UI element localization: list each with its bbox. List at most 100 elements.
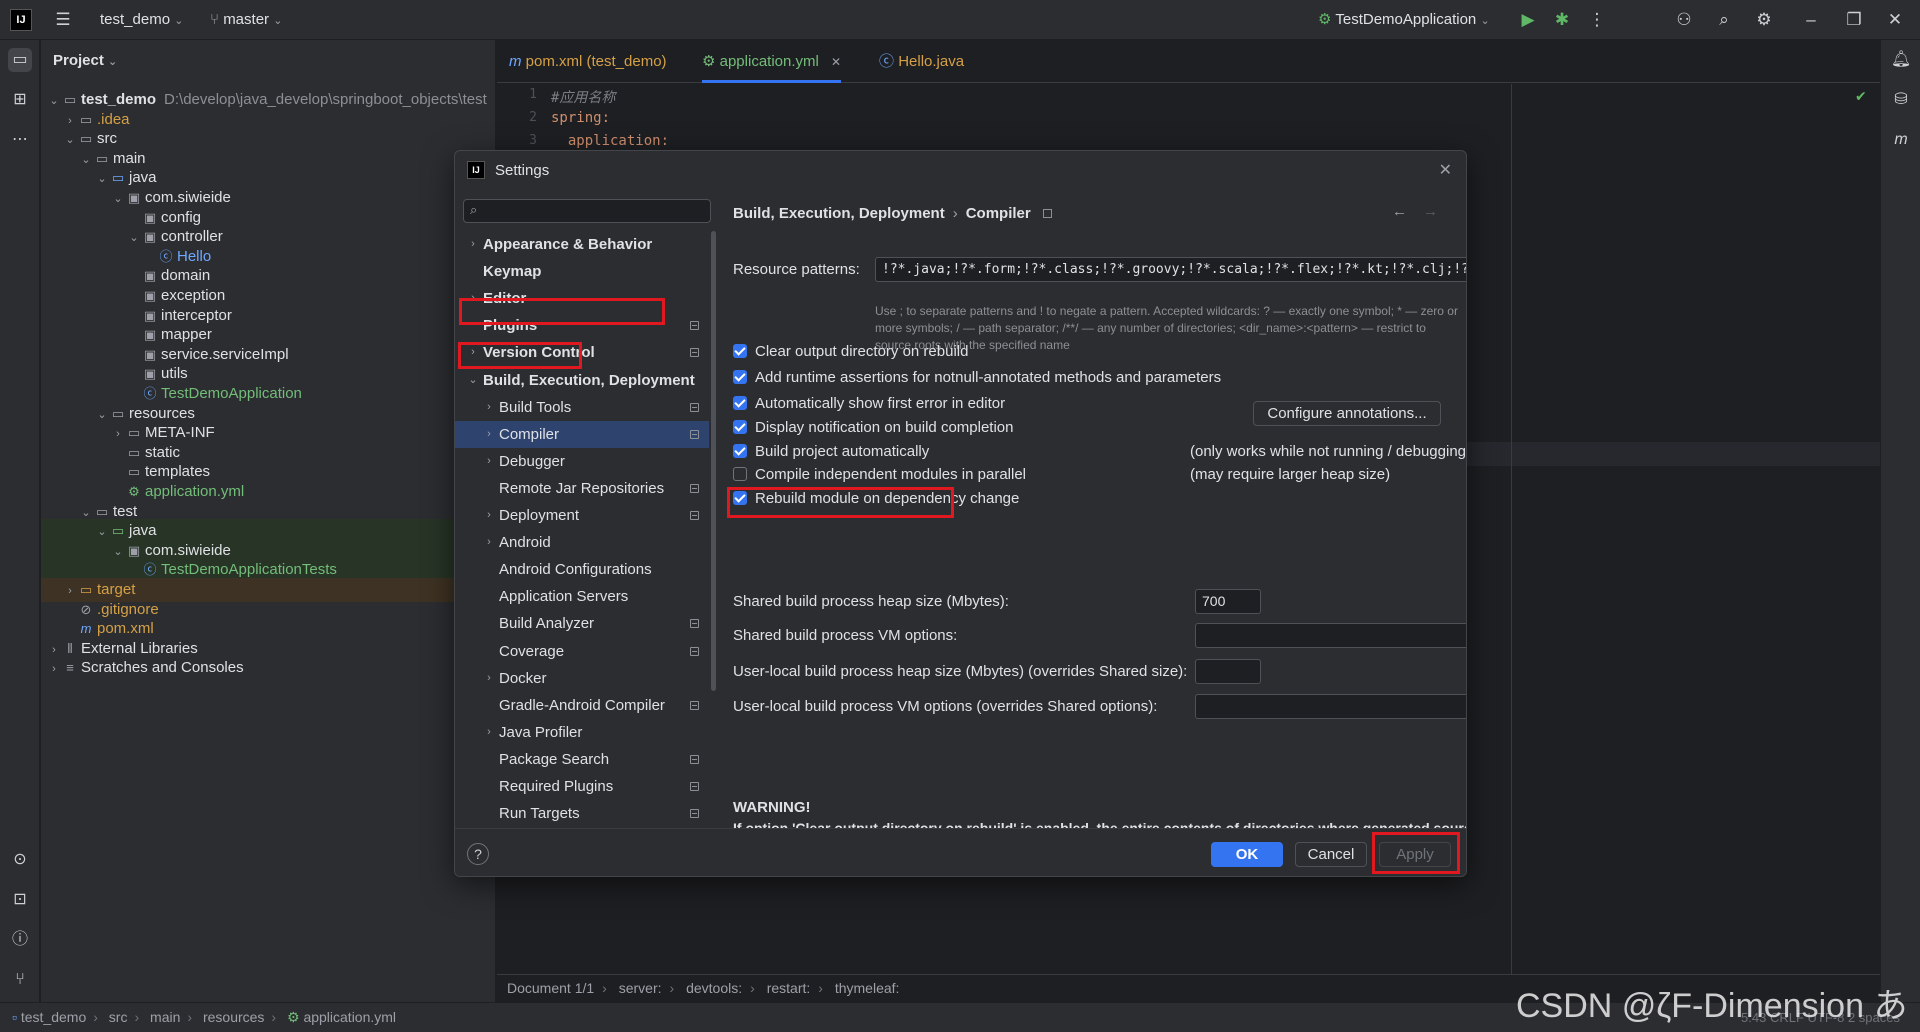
expand-arrow-icon[interactable]: › — [483, 502, 495, 529]
compiler-option[interactable]: Display notification on build completion — [733, 417, 1013, 439]
resource-patterns-input[interactable]: !?*.java;!?*.form;!?*.class;!?*.groovy;!… — [875, 257, 1466, 282]
minimize-icon[interactable]: – — [1800, 9, 1822, 31]
compiler-option[interactable]: Clear output directory on rebuild — [733, 341, 968, 363]
expand-arrow-icon[interactable]: › — [467, 285, 479, 312]
more-actions-icon[interactable]: ⋮ — [1586, 9, 1608, 31]
code-line[interactable]: spring: — [551, 110, 610, 126]
compiler-option[interactable]: Build project automatically — [733, 441, 929, 463]
user-vm-options-input[interactable] — [1195, 694, 1466, 719]
settings-nav-item[interactable]: Run Targets — [455, 800, 709, 827]
settings-nav-item[interactable]: ⌄ Build, Execution, Deployment — [455, 367, 709, 394]
back-arrow-icon[interactable]: ← — [1392, 203, 1407, 220]
settings-nav-item[interactable]: › Compiler — [455, 420, 709, 448]
expand-arrow-icon[interactable]: › — [483, 719, 495, 746]
shared-vm-options-input[interactable] — [1195, 623, 1466, 648]
option-checkbox[interactable] — [733, 370, 747, 384]
help-icon[interactable]: ? — [467, 843, 489, 865]
restore-icon[interactable]: ❐ — [1843, 9, 1865, 31]
breadcrumb-item[interactable]: server: — [619, 980, 662, 996]
status-path-item[interactable]: application.yml — [303, 1009, 396, 1025]
expand-arrow-icon[interactable]: › — [483, 665, 495, 692]
main-menu-icon[interactable]: ☰ — [52, 9, 74, 31]
settings-nav-item[interactable]: › Appearance & Behavior — [455, 231, 709, 258]
compiler-option[interactable]: Add runtime assertions for notnull-annot… — [733, 367, 1221, 389]
database-tool-icon[interactable]: ⛁ — [1889, 88, 1913, 112]
expand-arrow-icon[interactable]: › — [483, 421, 495, 448]
project-switcher[interactable]: test_demo ⌄ — [100, 0, 183, 40]
breadcrumb-item[interactable]: Document 1/1 — [507, 980, 594, 996]
status-path-item[interactable]: resources — [203, 1009, 264, 1025]
no-problems-check-icon[interactable]: ✔ — [1855, 88, 1867, 105]
debug-icon[interactable]: ✱ — [1551, 9, 1573, 31]
option-checkbox[interactable] — [733, 396, 747, 410]
cancel-button[interactable]: Cancel — [1295, 842, 1367, 867]
add-user-icon[interactable]: ⚇ — [1673, 9, 1695, 31]
breadcrumb-parent[interactable]: Build, Execution, Deployment — [733, 205, 945, 222]
status-path-item[interactable]: test_demo — [21, 1009, 86, 1025]
configure-annotations-button[interactable]: Configure annotations... — [1253, 401, 1441, 426]
tab-hello-java[interactable]: ⓒ Hello.java — [879, 40, 964, 83]
settings-nav-item[interactable]: › Docker — [455, 665, 709, 692]
option-checkbox[interactable] — [733, 491, 747, 505]
settings-nav-item[interactable]: Package Search — [455, 746, 709, 773]
terminal-tool-icon[interactable]: ⊡ — [8, 888, 32, 912]
settings-nav-item[interactable]: › Version Control — [455, 339, 709, 366]
close-tab-icon[interactable]: ✕ — [831, 55, 841, 69]
tab-pom-xml[interactable]: m pom.xml (test_demo) — [509, 40, 667, 83]
apply-button[interactable]: Apply — [1379, 842, 1451, 867]
more-tools-icon[interactable]: ⋯ — [8, 128, 32, 152]
project-panel-header[interactable]: Project ⌄ — [53, 52, 117, 69]
settings-search-input[interactable] — [486, 202, 706, 220]
settings-nav-item[interactable]: Plugins — [455, 312, 709, 339]
ok-button[interactable]: OK — [1211, 842, 1283, 867]
run-icon[interactable]: ▶ — [1517, 9, 1539, 31]
expand-arrow-icon[interactable]: › — [467, 231, 479, 258]
maven-tool-icon[interactable]: m — [1889, 128, 1913, 152]
user-heap-input[interactable] — [1195, 659, 1261, 684]
expand-arrow-icon[interactable]: › — [467, 339, 479, 366]
tree-item[interactable]: › ≡ Scratches and Consoles — [41, 656, 495, 680]
settings-gear-icon[interactable]: ⚙ — [1753, 9, 1775, 31]
option-checkbox[interactable] — [733, 420, 747, 434]
compiler-option[interactable]: Automatically show first error in editor — [733, 393, 1005, 415]
git-tool-icon[interactable]: ⑂ — [8, 968, 32, 992]
compiler-option[interactable]: Compile independent modules in parallel — [733, 464, 1026, 486]
nav-scrollbar[interactable] — [711, 231, 716, 691]
close-window-icon[interactable]: ✕ — [1884, 9, 1906, 31]
close-dialog-icon[interactable]: ✕ — [1439, 151, 1452, 191]
settings-nav-item[interactable]: Android Configurations — [455, 556, 709, 583]
search-icon[interactable]: ⌕ — [1713, 9, 1735, 31]
breadcrumb-item[interactable]: thymeleaf: — [835, 980, 900, 996]
run-config-selector[interactable]: ⚙ TestDemoApplication ⌄ — [1318, 0, 1490, 40]
settings-nav-item[interactable]: Remote Jar Repositories — [455, 475, 709, 502]
expand-arrow-icon[interactable]: › — [483, 529, 495, 556]
expand-arrow-icon[interactable]: ⌄ — [467, 367, 479, 394]
forward-arrow-icon[interactable]: → — [1423, 203, 1438, 220]
settings-nav-item[interactable]: › Deployment — [455, 502, 709, 529]
status-path-item[interactable]: main — [150, 1009, 180, 1025]
settings-nav-item[interactable]: › Java Profiler — [455, 719, 709, 746]
structure-tool-icon[interactable]: ⊞ — [8, 88, 32, 112]
settings-nav-item[interactable]: Build Analyzer — [455, 610, 709, 637]
option-checkbox[interactable] — [733, 467, 747, 481]
settings-nav-item[interactable]: Coverage — [455, 638, 709, 665]
settings-nav-item[interactable]: Gradle-Android Compiler — [455, 692, 709, 719]
expand-arrow-icon[interactable]: › — [483, 448, 495, 475]
settings-nav-item[interactable]: › Android — [455, 529, 709, 556]
shared-heap-input[interactable]: 700 — [1195, 589, 1261, 614]
option-checkbox[interactable] — [733, 444, 747, 458]
code-line[interactable]: application: — [551, 133, 669, 149]
status-path-item[interactable]: src — [109, 1009, 128, 1025]
services-tool-icon[interactable]: ⊙ — [8, 848, 32, 872]
settings-nav-item[interactable]: Keymap — [455, 258, 709, 285]
settings-nav-item[interactable]: › Debugger — [455, 448, 709, 475]
option-checkbox[interactable] — [733, 344, 747, 358]
breadcrumb-item[interactable]: devtools: — [686, 980, 742, 996]
expand-arrow-icon[interactable]: › — [483, 394, 495, 421]
breadcrumb-item[interactable]: restart: — [767, 980, 811, 996]
settings-nav-item[interactable]: › Editor — [455, 285, 709, 312]
notifications-icon[interactable]: 🔔︎ — [1889, 48, 1913, 72]
problems-tool-icon[interactable]: ⓘ — [8, 928, 32, 952]
settings-nav-item[interactable]: Application Servers — [455, 583, 709, 610]
project-tool-icon[interactable]: ▭ — [8, 48, 32, 72]
